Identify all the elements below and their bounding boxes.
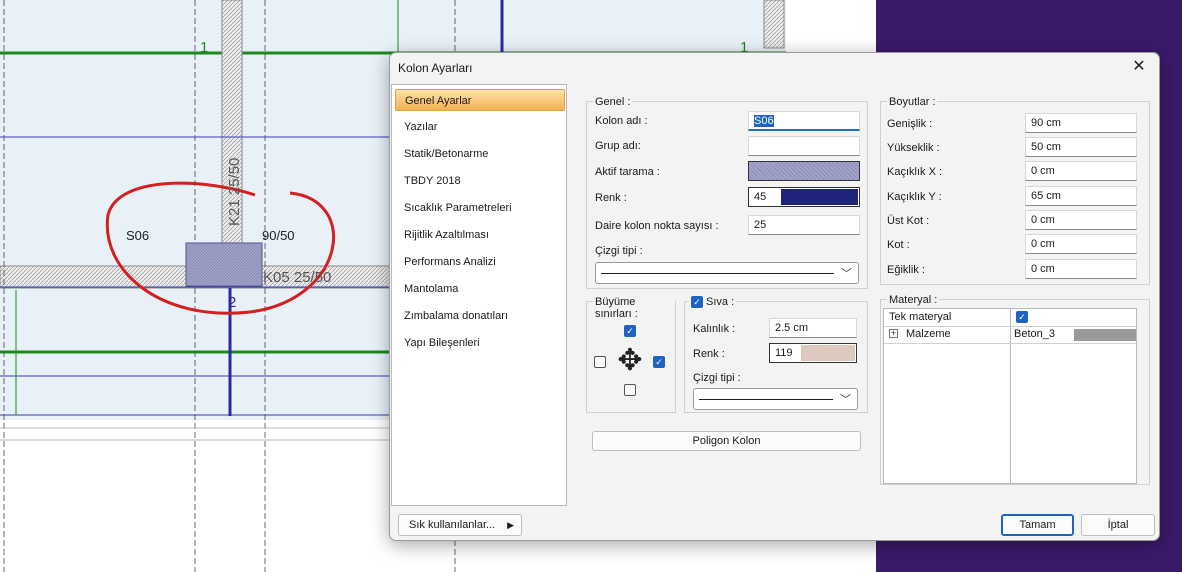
renk-value: 45 xyxy=(754,191,767,203)
column-s06 xyxy=(185,242,263,287)
kolon-adi-input[interactable]: S06 xyxy=(748,111,860,131)
buyume-bottom-checkbox[interactable] xyxy=(624,384,636,396)
malzeme-value[interactable]: Beton_3 xyxy=(1014,328,1055,340)
nav-item-sicaklik[interactable]: Sıcaklık Parametreleri xyxy=(395,197,565,219)
close-icon[interactable]: ✕ xyxy=(1127,57,1151,77)
kalinlik-input[interactable]: 2.5 cm xyxy=(769,318,857,338)
dialog-title: Kolon Ayarları xyxy=(398,61,473,75)
malzeme-color-chip xyxy=(1074,329,1136,341)
materyal-grid: Tek materyal ✓ + Malzeme Beton_3 xyxy=(883,308,1137,484)
siva-panel: ✓ Sıva : Kalınlık : 2.5 cm Renk : 119 Çi… xyxy=(684,296,868,413)
kaciklik-x-input[interactable]: 0 cm xyxy=(1025,161,1137,181)
line-preview xyxy=(601,273,834,274)
sik-kullanilanlar-button[interactable]: Sık kullanılanlar... ▶ xyxy=(398,514,522,536)
yukseklik-input[interactable]: 50 cm xyxy=(1025,137,1137,157)
nav-item-zimbalama[interactable]: Zımbalama donatıları xyxy=(395,305,565,327)
buyume-right-checkbox[interactable]: ✓ xyxy=(653,356,665,368)
siva-cizgi-label: Çizgi tipi : xyxy=(693,372,741,384)
polygon-column-button[interactable]: Poligon Kolon xyxy=(592,431,861,451)
aktif-tarama-swatch[interactable] xyxy=(748,161,860,181)
ust-kot-input[interactable]: 0 cm xyxy=(1025,210,1137,230)
siva-cizgi-select[interactable]: ﹀ xyxy=(693,388,858,410)
grid-row-line xyxy=(884,326,1136,327)
genel-panel: Genel : Kolon adı : S06 Grup adı: Aktif … xyxy=(586,96,868,289)
tamam-button[interactable]: Tamam xyxy=(1001,514,1074,536)
siva-renk-label: Renk : xyxy=(693,348,725,360)
ust-kot-label: Üst Kot : xyxy=(887,215,930,227)
renk-color-chip xyxy=(781,189,858,205)
egiklik-input[interactable]: 0 cm xyxy=(1025,259,1137,279)
chevron-down-icon: ﹀ xyxy=(841,268,852,280)
kolon-adi-label: Kolon adı : xyxy=(595,115,648,127)
expand-icon[interactable]: + xyxy=(889,329,898,338)
materyal-panel: Materyal : Tek materyal ✓ + Malzeme Beto… xyxy=(880,294,1150,485)
boyutlar-title: Boyutlar : xyxy=(887,96,938,108)
genislik-input[interactable]: 90 cm xyxy=(1025,113,1137,133)
cad-axis-label-2: 2 xyxy=(228,294,236,311)
siva-line-preview xyxy=(699,399,833,400)
genislik-label: Genişlik : xyxy=(887,118,933,130)
kalinlik-label: Kalınlık : xyxy=(693,323,736,335)
buyume-top-checkbox[interactable]: ✓ xyxy=(624,325,636,337)
siva-renk-value: 119 xyxy=(775,347,793,359)
daire-label: Daire kolon nokta sayısı : xyxy=(595,220,719,232)
nav-item-mantolama[interactable]: Mantolama xyxy=(395,278,565,300)
nav-item-statik-betonarme[interactable]: Statik/Betonarme xyxy=(395,143,565,165)
grup-adi-input[interactable] xyxy=(748,136,860,156)
kaciklik-x-label: Kaçıklık X : xyxy=(887,166,943,178)
iptal-button[interactable]: İptal xyxy=(1081,514,1155,536)
cizgi-tipi-label: Çizgi tipi : xyxy=(595,245,643,257)
grid-divider xyxy=(1010,309,1011,483)
cad-label-k21: K21 25/50 xyxy=(226,158,243,226)
kaciklik-y-input[interactable]: 65 cm xyxy=(1025,186,1137,206)
tek-materyal-label: Tek materyal xyxy=(889,311,952,323)
cad-axis-label-1-left: 1 xyxy=(200,39,208,56)
malzeme-label: Malzeme xyxy=(906,328,951,340)
yukseklik-label: Yükseklik : xyxy=(887,142,940,154)
grid-row-line-2 xyxy=(884,343,1136,344)
buyume-left-checkbox[interactable] xyxy=(594,356,606,368)
kaciklik-y-label: Kaçıklık Y : xyxy=(887,191,942,203)
cad-label-k05: K05 25/50 xyxy=(263,269,331,286)
aktif-tarama-label: Aktif tarama : xyxy=(595,166,660,178)
egiklik-label: Eğiklik : xyxy=(887,264,925,276)
kot-label: Kot : xyxy=(887,239,910,251)
chevron-down-icon: ﹀ xyxy=(840,394,851,406)
cad-label-dimensions: 90/50 xyxy=(262,228,295,243)
siva-checkbox[interactable]: ✓ xyxy=(691,296,703,308)
nav-item-genel-ayarlar[interactable]: Genel Ayarlar xyxy=(395,89,565,111)
renk-label: Renk : xyxy=(595,192,627,204)
sik-kullanilanlar-label: Sık kullanılanlar... xyxy=(409,519,496,531)
nav-item-performans[interactable]: Performans Analizi xyxy=(395,251,565,273)
column-settings-dialog: Kolon Ayarları ✕ Genel Ayarlar Yazılar S… xyxy=(389,52,1160,541)
kot-input[interactable]: 0 cm xyxy=(1025,234,1137,254)
buyume-title: Büyüme sınırları : xyxy=(593,296,675,320)
tek-materyal-checkbox[interactable]: ✓ xyxy=(1016,311,1028,323)
cizgi-tipi-select[interactable]: ﹀ xyxy=(595,262,859,284)
cad-label-s06: S06 xyxy=(126,228,149,243)
siva-renk-chip xyxy=(801,345,855,361)
grup-adi-label: Grup adı: xyxy=(595,140,641,152)
settings-nav: Genel Ayarlar Yazılar Statik/Betonarme T… xyxy=(391,84,567,506)
boyutlar-panel: Boyutlar : Genişlik : 90 cm Yükseklik : … xyxy=(880,96,1150,285)
nav-item-tbdy-2018[interactable]: TBDY 2018 xyxy=(395,170,565,192)
siva-title-wrap: ✓ Sıva : xyxy=(689,296,737,308)
beam-right xyxy=(763,0,785,49)
daire-input[interactable]: 25 xyxy=(748,215,860,235)
move-arrows-icon: ✥ xyxy=(617,344,643,377)
materyal-title: Materyal : xyxy=(887,294,940,306)
kolon-adi-value: S06 xyxy=(754,115,774,127)
nav-item-yapi-bilesenleri[interactable]: Yapı Bileşenleri xyxy=(395,332,565,354)
genel-title: Genel : xyxy=(593,96,633,108)
buyume-panel: Büyüme sınırları : ✓ ✓ ✥ xyxy=(586,296,676,413)
siva-renk-picker[interactable]: 119 xyxy=(769,343,857,363)
renk-picker[interactable]: 45 xyxy=(748,187,860,207)
nav-item-rijitlik[interactable]: Rijitlik Azaltılması xyxy=(395,224,565,246)
nav-item-yazilar[interactable]: Yazılar xyxy=(395,116,565,138)
siva-title: Sıva : xyxy=(706,296,735,308)
chevron-right-icon: ▶ xyxy=(507,520,514,530)
